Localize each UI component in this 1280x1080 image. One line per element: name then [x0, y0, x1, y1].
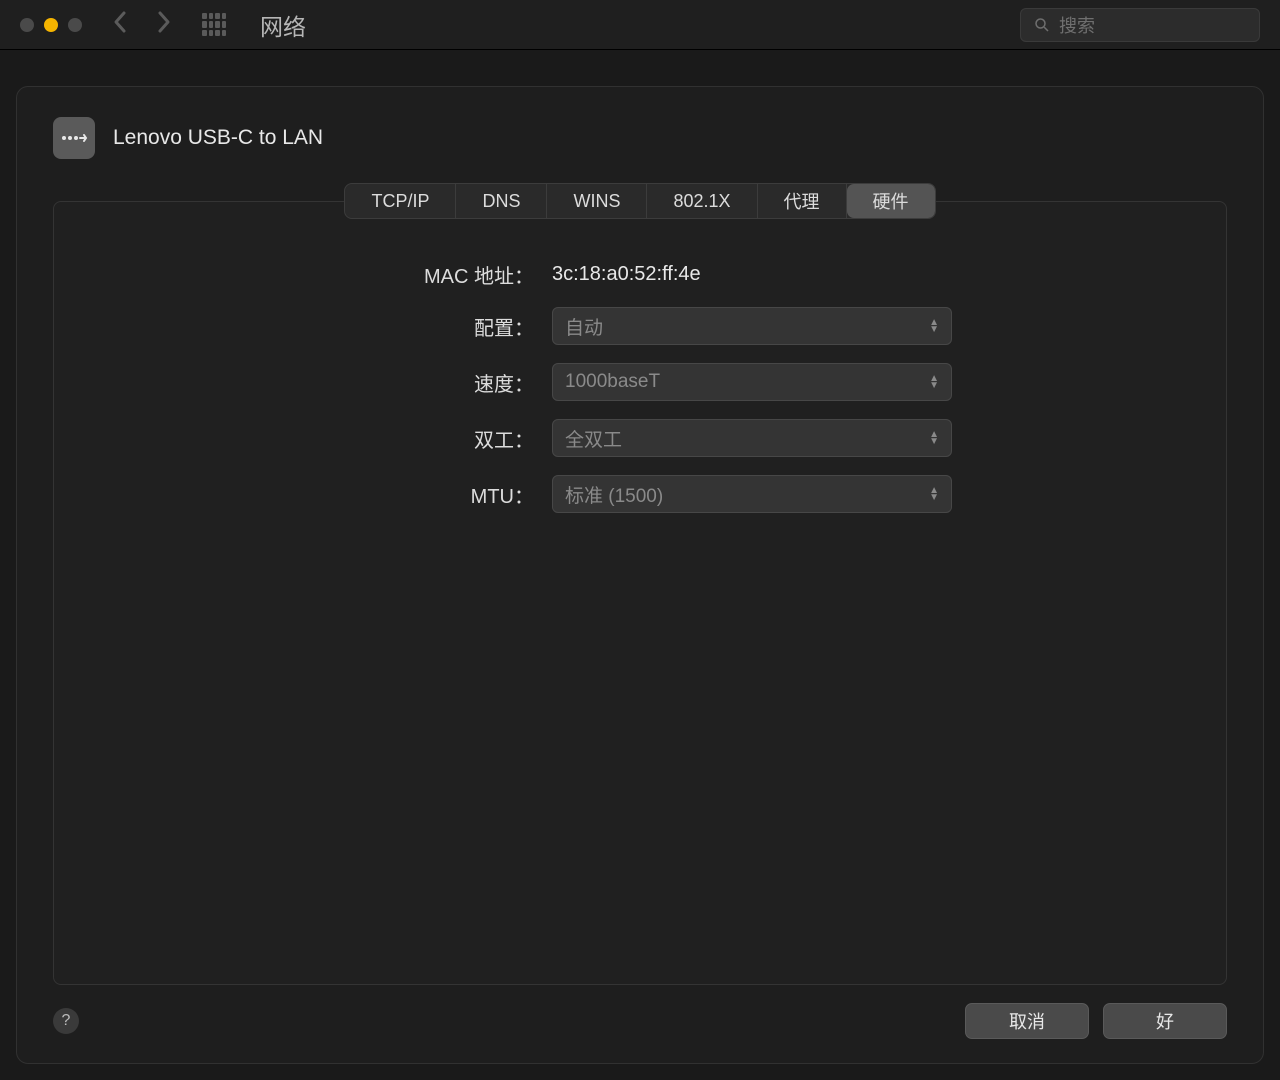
ok-button[interactable]: 好	[1103, 1003, 1227, 1039]
cancel-button[interactable]: 取消	[965, 1003, 1089, 1039]
speed-label: 速度：	[94, 368, 534, 397]
traffic-lights	[20, 18, 82, 32]
duplex-value: 全双工	[565, 425, 622, 452]
show-all-button[interactable]	[202, 13, 226, 37]
window-title: 网络	[260, 8, 1020, 42]
ethernet-icon	[53, 117, 95, 159]
device-name: Lenovo USB-C to LAN	[113, 126, 323, 150]
updown-icon: ▲▼	[929, 431, 939, 445]
search-placeholder: 搜索	[1059, 12, 1095, 38]
updown-icon: ▲▼	[929, 487, 939, 501]
help-button[interactable]: ?	[53, 1008, 79, 1034]
tab-wins[interactable]: WINS	[547, 184, 647, 218]
tab-8021x[interactable]: 802.1X	[647, 184, 757, 218]
title-bar: 网络 搜索	[0, 0, 1280, 50]
updown-icon: ▲▼	[929, 319, 939, 333]
mtu-label: MTU：	[94, 480, 534, 509]
updown-icon: ▲▼	[929, 375, 939, 389]
settings-panel: Lenovo USB-C to LAN TCP/IP DNS WINS 802.…	[16, 86, 1264, 1064]
close-window-button[interactable]	[20, 18, 34, 32]
search-input[interactable]: 搜索	[1020, 8, 1260, 42]
configure-select[interactable]: 自动 ▲▼	[552, 307, 952, 345]
tabs: TCP/IP DNS WINS 802.1X 代理 硬件	[344, 183, 935, 219]
nav-arrows	[112, 10, 172, 39]
speed-select[interactable]: 1000baseT ▲▼	[552, 363, 952, 401]
tab-hardware[interactable]: 硬件	[847, 184, 935, 218]
tab-proxy[interactable]: 代理	[758, 184, 847, 218]
back-button[interactable]	[112, 10, 128, 39]
duplex-label: 双工：	[94, 424, 534, 453]
duplex-select[interactable]: 全双工 ▲▼	[552, 419, 952, 457]
footer: ? 取消 好	[53, 1003, 1227, 1039]
mtu-select[interactable]: 标准 (1500) ▲▼	[552, 475, 952, 513]
configure-label: 配置：	[94, 312, 534, 341]
mac-address-value: 3c:18:a0:52:ff:4e	[552, 263, 701, 286]
configure-value: 自动	[565, 313, 603, 340]
tab-content: MAC 地址： 3c:18:a0:52:ff:4e 配置： 自动 ▲▼ 速度： …	[53, 201, 1227, 985]
tab-tcpip[interactable]: TCP/IP	[345, 184, 456, 218]
minimize-window-button[interactable]	[44, 18, 58, 32]
forward-button[interactable]	[156, 10, 172, 39]
zoom-window-button[interactable]	[68, 18, 82, 32]
tab-dns[interactable]: DNS	[456, 184, 547, 218]
mac-address-label: MAC 地址：	[94, 260, 534, 289]
device-header: Lenovo USB-C to LAN	[53, 117, 1227, 159]
mtu-value: 标准 (1500)	[565, 481, 663, 508]
search-icon	[1033, 16, 1051, 34]
speed-value: 1000baseT	[565, 371, 660, 393]
